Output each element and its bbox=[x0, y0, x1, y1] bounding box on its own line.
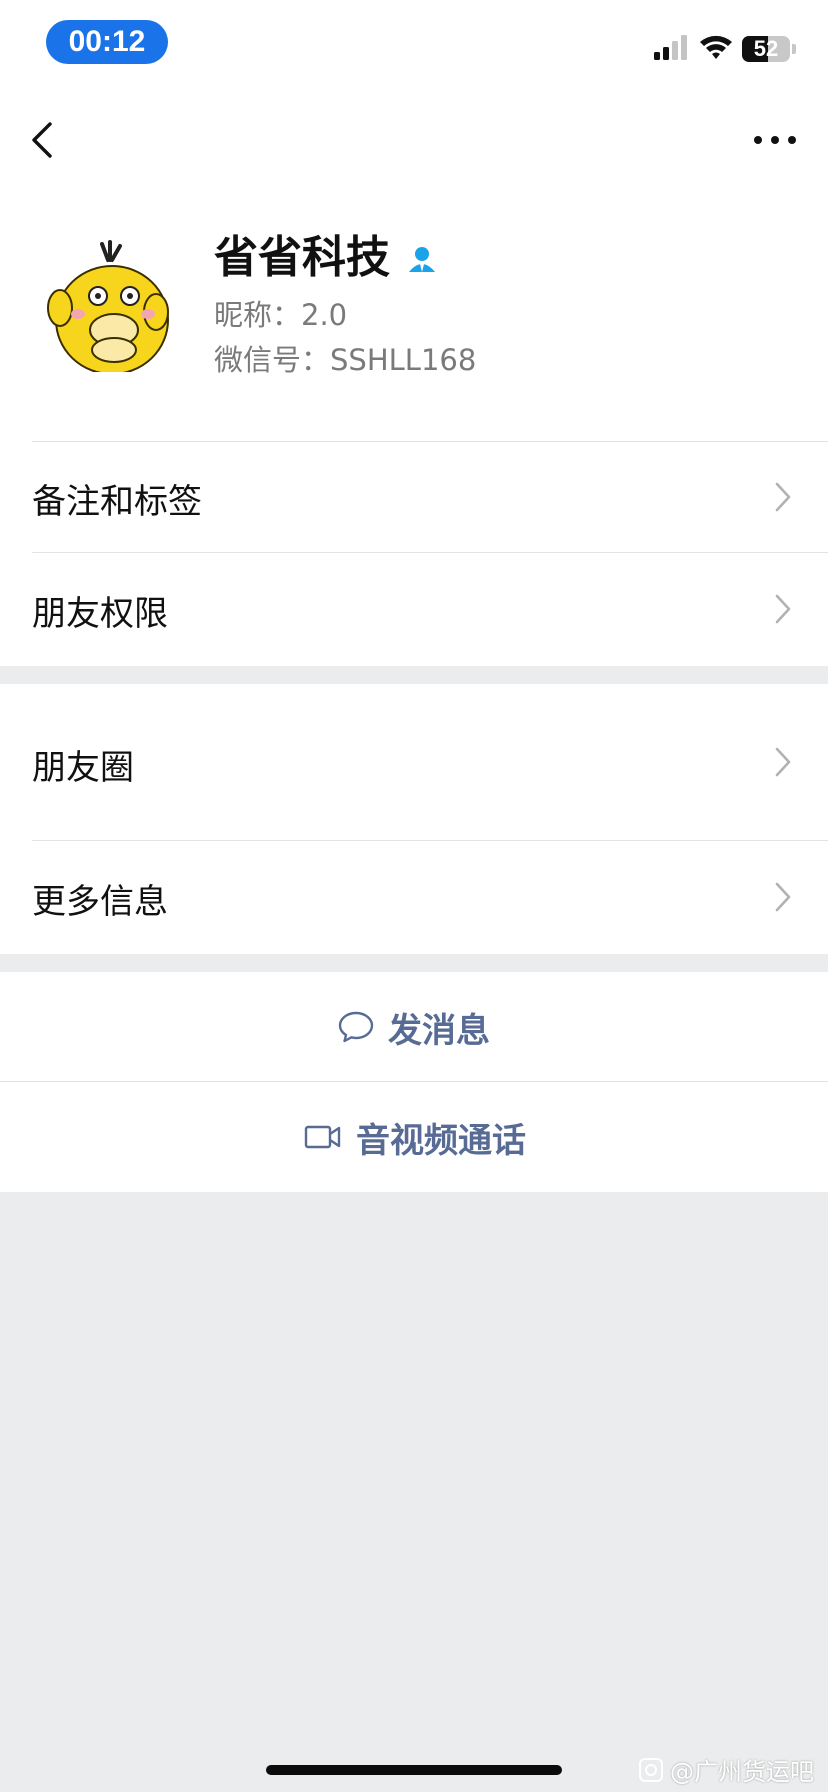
row-remark-tags[interactable]: 备注和标签 bbox=[0, 442, 828, 552]
home-indicator[interactable] bbox=[266, 1765, 562, 1775]
send-message-button[interactable]: 发消息 bbox=[0, 972, 828, 1082]
row-more-info[interactable]: 更多信息 bbox=[0, 841, 828, 953]
chevron-right-icon bbox=[775, 882, 791, 912]
cellular-signal-icon bbox=[654, 35, 687, 60]
row-label: 更多信息 bbox=[32, 882, 168, 922]
wechat-id-value: SSHLL168 bbox=[330, 343, 477, 377]
video-call-label: 音视频通话 bbox=[356, 1120, 526, 1161]
nickname-value: 2.0 bbox=[301, 298, 348, 332]
avatar[interactable] bbox=[44, 238, 176, 372]
more-dots-icon bbox=[754, 136, 796, 144]
nickname-line: 昵称：2.0 bbox=[214, 295, 347, 335]
watermark-logo-icon bbox=[639, 1757, 663, 1782]
chevron-right-icon bbox=[775, 747, 791, 777]
wechat-id-line: 微信号：SSHLL168 bbox=[214, 340, 476, 380]
watermark-text: @广州货运吧 bbox=[670, 1758, 814, 1786]
wifi-icon bbox=[700, 35, 732, 59]
row-friend-permissions[interactable]: 朋友权限 bbox=[0, 553, 828, 664]
duck-avatar-icon bbox=[47, 240, 169, 372]
row-label: 朋友权限 bbox=[32, 594, 168, 634]
battery-icon: 52 bbox=[742, 36, 798, 62]
chevron-right-icon bbox=[775, 594, 791, 624]
chevron-left-icon bbox=[32, 122, 52, 158]
video-call-button[interactable]: 音视频通话 bbox=[0, 1082, 828, 1192]
profile-name: 省省科技 bbox=[214, 232, 390, 283]
video-call-content: 音视频通话 bbox=[304, 1082, 526, 1192]
watermark: @广州货运吧 bbox=[638, 1752, 814, 1787]
chevron-right-icon bbox=[775, 482, 791, 512]
more-button[interactable] bbox=[752, 124, 798, 156]
row-moments[interactable]: 朋友圈 bbox=[0, 684, 828, 840]
chat-bubble-icon bbox=[338, 1011, 374, 1043]
nickname-label: 昵称： bbox=[214, 298, 302, 332]
wechat-id-label: 微信号： bbox=[214, 343, 331, 377]
send-message-label: 发消息 bbox=[388, 1010, 490, 1051]
back-button[interactable] bbox=[26, 116, 62, 164]
battery-level: 52 bbox=[753, 36, 779, 61]
status-time: 00:12 bbox=[46, 20, 168, 64]
verified-user-icon[interactable] bbox=[406, 244, 438, 276]
row-label: 备注和标签 bbox=[32, 482, 202, 522]
send-message-content: 发消息 bbox=[338, 972, 490, 1082]
video-camera-icon bbox=[304, 1125, 341, 1149]
row-label: 朋友圈 bbox=[32, 748, 134, 788]
